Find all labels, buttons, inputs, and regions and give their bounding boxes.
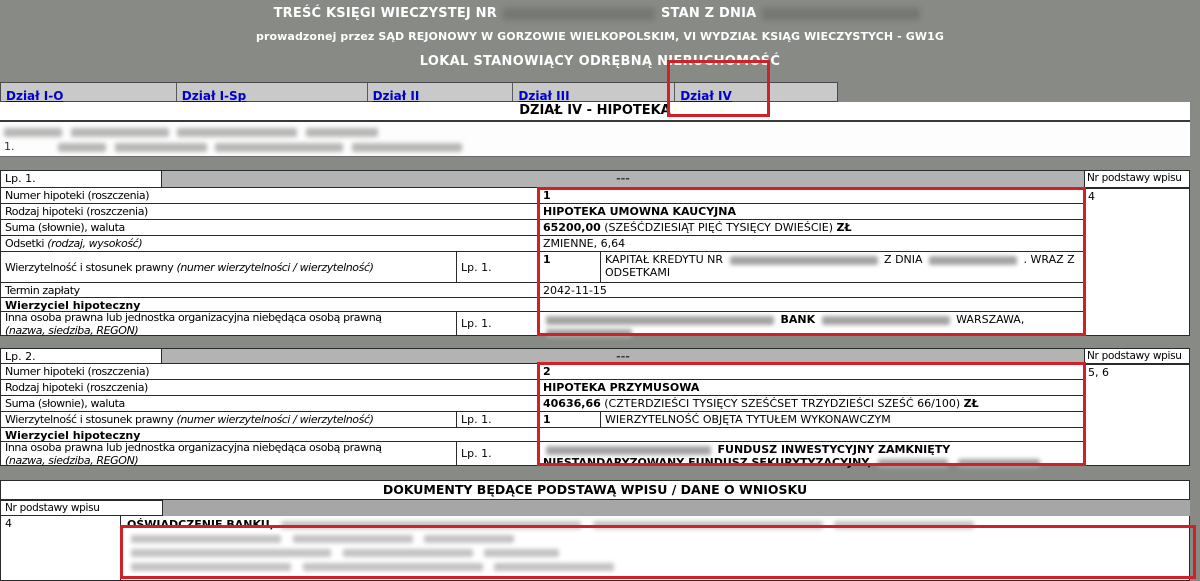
redacted-text	[352, 143, 462, 152]
highlight-box-document-description	[120, 525, 1196, 579]
mortgage1-basis-number: 4	[1084, 188, 1190, 336]
row-label: Wierzytelność i stosunek prawny (numer w…	[1, 412, 457, 427]
entry2-basis-header: Nr podstawy wpisu	[1084, 348, 1190, 364]
row-label: Suma (słownie), waluta	[1, 396, 539, 411]
row-label: Wierzytelność i stosunek prawny (numer w…	[1, 252, 457, 282]
row-label: Rodzaj hipoteki (roszczenia)	[1, 380, 539, 395]
documents-header-band: Nr podstawy wpisu	[0, 500, 1190, 516]
redacted-text	[71, 128, 169, 137]
property-type-line: LOKAL STANOWIĄCY ODRĘBNĄ NIERUCHOMOŚĆ	[0, 54, 1200, 69]
row-label: Rodzaj hipoteki (roszczenia)	[1, 204, 539, 219]
redacted-text	[58, 143, 106, 152]
creditor-header: Wierzyciel hipoteczny	[1, 298, 144, 311]
creditor-sub-index: Lp. 1.	[457, 442, 539, 465]
document-basis-number: 4	[0, 516, 121, 581]
entry2-lp-label: Lp. 2.	[0, 348, 162, 364]
row-label: Inna osoba prawna lub jednostka organiza…	[1, 312, 457, 335]
entry1-separator: ---	[162, 170, 1084, 188]
tab-dzial-i-o-link[interactable]: Dział I-O	[6, 89, 63, 103]
tab-dzial-iii[interactable]: Dział III	[513, 83, 675, 101]
land-register-page: TREŚĆ KSIĘGI WIECZYSTEJ NR STAN Z DNIA pr…	[0, 0, 1200, 581]
tab-dzial-i-o[interactable]: Dział I-O	[1, 83, 177, 101]
row-label: Termin zapłaty	[1, 283, 539, 297]
creditor-header: Wierzyciel hipoteczny	[1, 428, 144, 441]
entry1-band: Lp. 1. --- Nr podstawy wpisu	[0, 170, 1190, 188]
entry1-lp-label: Lp. 1.	[0, 170, 162, 188]
entry1-basis-header: Nr podstawy wpisu	[1084, 170, 1190, 188]
row-label: Suma (słownie), waluta	[1, 220, 539, 235]
highlight-box-mortgage1-values	[537, 187, 1086, 336]
claim-sub-index: Lp. 1.	[457, 252, 539, 282]
register-title-label: TREŚĆ KSIĘGI WIECZYSTEJ NR	[274, 6, 497, 21]
row-label-italic: (numer wierzytelności / wierzytelność)	[176, 413, 373, 426]
documents-section-title: DOKUMENTY BĘDĄCE PODSTAWĄ WPISU / DANE O…	[0, 480, 1190, 500]
state-as-of-label: STAN Z DNIA	[661, 6, 756, 21]
row-label: Numer hipoteki (roszczenia)	[1, 188, 539, 203]
claim-sub-index: Lp. 1.	[457, 412, 539, 427]
row-label: Numer hipoteki (roszczenia)	[1, 364, 539, 379]
redacted-text	[177, 128, 297, 137]
row-label-italic: (rodzaj, wysokość)	[47, 237, 142, 250]
redacted-register-number	[503, 8, 655, 20]
mortgage2-basis-number: 5, 6	[1084, 364, 1190, 466]
request-row: 1.	[4, 140, 1190, 155]
section-title: DZIAŁ IV - HIPOTEKA	[0, 102, 1190, 122]
request-info-strip: 1.	[0, 122, 1190, 157]
tab-dzial-ii[interactable]: Dział II	[368, 83, 514, 101]
register-title-line: TREŚĆ KSIĘGI WIECZYSTEJ NR STAN Z DNIA	[0, 6, 1200, 21]
redacted-text	[4, 128, 62, 137]
row-label: Inna osoba prawna lub jednostka organiza…	[1, 442, 457, 465]
row-label-italic: (nazwa, siedziba, REGON)	[5, 324, 452, 337]
page-header: TREŚĆ KSIĘGI WIECZYSTEJ NR STAN Z DNIA pr…	[0, 0, 1200, 82]
row-label-italic: (numer wierzytelności / wierzytelność)	[176, 261, 373, 274]
redacted-request-line	[4, 125, 1190, 140]
row-label-italic: (nazwa, siedziba, REGON)	[5, 454, 452, 467]
redacted-text	[115, 143, 207, 152]
row-label: Odsetki (rodzaj, wysokość)	[1, 236, 539, 251]
court-line: prowadzonej przez SĄD REJONOWY W GORZOWI…	[0, 30, 1200, 43]
tab-dzial-i-sp-link[interactable]: Dział I-Sp	[182, 89, 246, 103]
tab-dzial-iii-link[interactable]: Dział III	[518, 89, 569, 103]
highlight-box-dzial-iv-tab	[667, 60, 770, 117]
redacted-text	[306, 128, 378, 137]
tab-dzial-i-sp[interactable]: Dział I-Sp	[177, 83, 368, 101]
request-index: 1.	[4, 140, 15, 153]
documents-basis-header: Nr podstawy wpisu	[0, 500, 163, 516]
tab-dzial-ii-link[interactable]: Dział II	[373, 89, 420, 103]
creditor-sub-index: Lp. 1.	[457, 312, 539, 335]
highlight-box-mortgage2-values	[537, 362, 1086, 466]
redacted-text	[215, 143, 343, 152]
redacted-state-date	[762, 8, 920, 20]
